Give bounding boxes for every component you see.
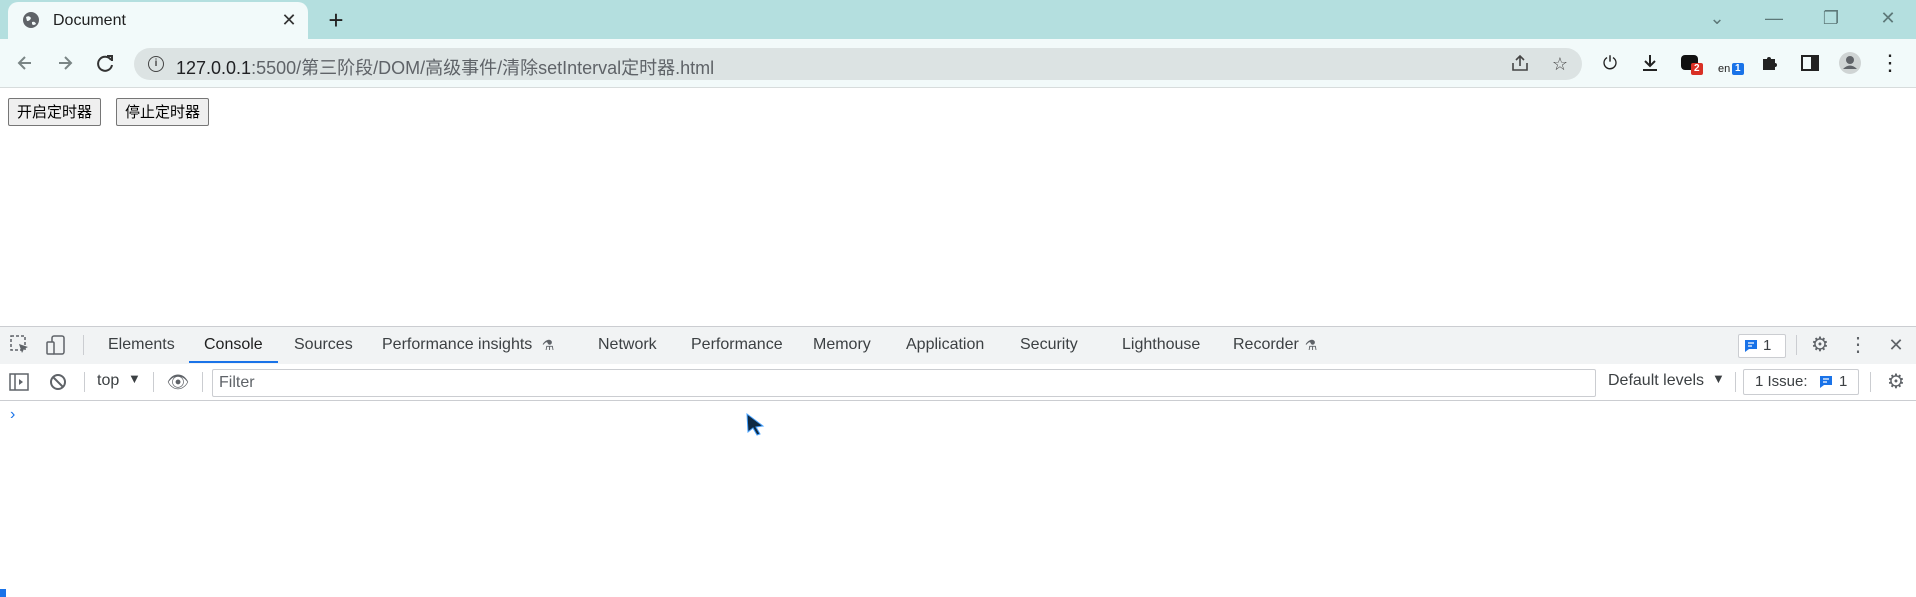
console-settings-gear-icon[interactable]: ⚙	[1884, 370, 1908, 394]
more-menu-icon[interactable]: ⋮	[1876, 49, 1904, 77]
active-tab-underline	[189, 361, 278, 363]
tab-elements[interactable]: Elements	[108, 336, 175, 354]
clear-console-icon[interactable]	[46, 370, 70, 394]
console-toolbar: top ▼ 👁 Filter Default levels ▼ 1 Issue:…	[0, 364, 1916, 401]
scroll-indicator	[0, 589, 6, 597]
message-icon	[1820, 376, 1832, 388]
issues-count: 1	[1763, 337, 1772, 354]
separator	[202, 372, 203, 392]
profile-avatar-icon[interactable]	[1836, 49, 1864, 77]
sidebar-toggle-icon[interactable]	[7, 370, 31, 394]
tab-sources[interactable]: Sources	[294, 336, 353, 354]
translate-extension-icon[interactable]: en 1	[1716, 49, 1744, 77]
puzzle-extensions-icon[interactable]	[1756, 49, 1784, 77]
experiment-flask-icon: ⚗	[541, 337, 555, 353]
inspect-element-icon[interactable]	[8, 333, 32, 357]
close-devtools-icon[interactable]: ✕	[1884, 333, 1908, 357]
context-dropdown-icon[interactable]: ▼	[128, 371, 141, 386]
address-bar[interactable]: i 127.0.0.1:5500/第三阶段/DOM/高级事件/清除setInte…	[134, 48, 1582, 80]
globe-icon	[23, 12, 39, 28]
separator	[153, 372, 154, 392]
tab-performance[interactable]: Performance	[691, 336, 783, 354]
extension-1-icon[interactable]: 2	[1676, 49, 1704, 77]
tab-recorder[interactable]: Recorder	[1233, 336, 1299, 354]
tab-security[interactable]: Security	[1020, 336, 1078, 354]
devtools-tab-bar: Elements Console Sources Performance ins…	[0, 326, 1916, 365]
separator	[1735, 372, 1736, 392]
url-text: 127.0.0.1:5500/第三阶段/DOM/高级事件/清除setInterv…	[176, 54, 714, 80]
extension-2-text: en	[1718, 63, 1731, 75]
mouse-cursor-icon	[746, 412, 765, 436]
share-icon[interactable]	[1508, 52, 1532, 76]
download-icon[interactable]	[1636, 49, 1664, 77]
stop-timer-button[interactable]: 停止定时器	[116, 98, 210, 126]
console-prompt[interactable]: ›	[10, 406, 15, 424]
message-icon	[1745, 340, 1757, 352]
device-toolbar-icon[interactable]	[44, 333, 68, 357]
tab-title: Document	[53, 12, 126, 29]
browser-tab[interactable]: Document ✕	[8, 2, 308, 39]
extension-1-badge: 2	[1691, 63, 1703, 75]
restore-icon[interactable]: ❐	[1811, 6, 1851, 30]
separator	[83, 335, 84, 355]
page-content: 开启定时器 停止定时器	[0, 88, 1916, 326]
live-expression-eye-icon[interactable]: 👁	[166, 370, 190, 394]
tab-application[interactable]: Application	[906, 336, 984, 354]
url-path: :5500/第三阶段/DOM/高级事件/清除setInterval定时器.htm…	[251, 58, 715, 78]
issues-label: 1 Issue:	[1755, 373, 1808, 390]
browser-toolbar: i 127.0.0.1:5500/第三阶段/DOM/高级事件/清除setInte…	[0, 39, 1916, 88]
tab-lighthouse[interactable]: Lighthouse	[1122, 336, 1200, 354]
settings-gear-icon[interactable]: ⚙	[1808, 333, 1832, 357]
tab-console[interactable]: Console	[204, 336, 263, 354]
filter-input[interactable]: Filter	[212, 369, 1596, 397]
separator	[1870, 372, 1871, 392]
devtools-more-icon[interactable]: ⋮	[1846, 333, 1870, 357]
tab-network[interactable]: Network	[598, 336, 657, 354]
filter-placeholder: Filter	[219, 374, 255, 391]
tab-strip: Document ✕ + ⌄ — ❐ ✕	[0, 0, 1916, 39]
tab-memory[interactable]: Memory	[813, 336, 871, 354]
separator	[84, 372, 85, 392]
tab-performance-insights[interactable]: Performance insights	[382, 336, 532, 354]
new-tab-button[interactable]: +	[322, 6, 350, 34]
reload-icon[interactable]	[91, 49, 119, 77]
separator	[1796, 335, 1797, 355]
tab-search-icon[interactable]: ⌄	[1697, 6, 1737, 30]
issues-counter[interactable]: 1	[1738, 334, 1786, 358]
issues-button[interactable]: 1 Issue: 1	[1743, 369, 1859, 395]
recorder-flask-icon: ⚗	[1304, 337, 1318, 353]
power-icon[interactable]: ⏻	[1596, 49, 1624, 77]
bookmark-star-icon[interactable]: ☆	[1548, 52, 1572, 76]
levels-dropdown-icon[interactable]: ▼	[1712, 371, 1725, 386]
forward-icon[interactable]	[51, 49, 79, 77]
back-icon[interactable]	[11, 49, 39, 77]
issues-num: 1	[1839, 373, 1848, 390]
log-levels-dropdown[interactable]: Default levels	[1608, 372, 1704, 390]
minimize-icon[interactable]: —	[1754, 6, 1794, 30]
close-window-icon[interactable]: ✕	[1868, 6, 1908, 30]
tab-close-icon[interactable]: ✕	[279, 10, 299, 30]
side-panel-icon[interactable]	[1796, 49, 1824, 77]
site-info-icon[interactable]: i	[148, 56, 164, 72]
context-selector[interactable]: top	[97, 372, 119, 390]
start-timer-button[interactable]: 开启定时器	[8, 98, 102, 126]
extension-2-badge: 1	[1732, 63, 1744, 75]
url-host: 127.0.0.1	[176, 58, 252, 78]
